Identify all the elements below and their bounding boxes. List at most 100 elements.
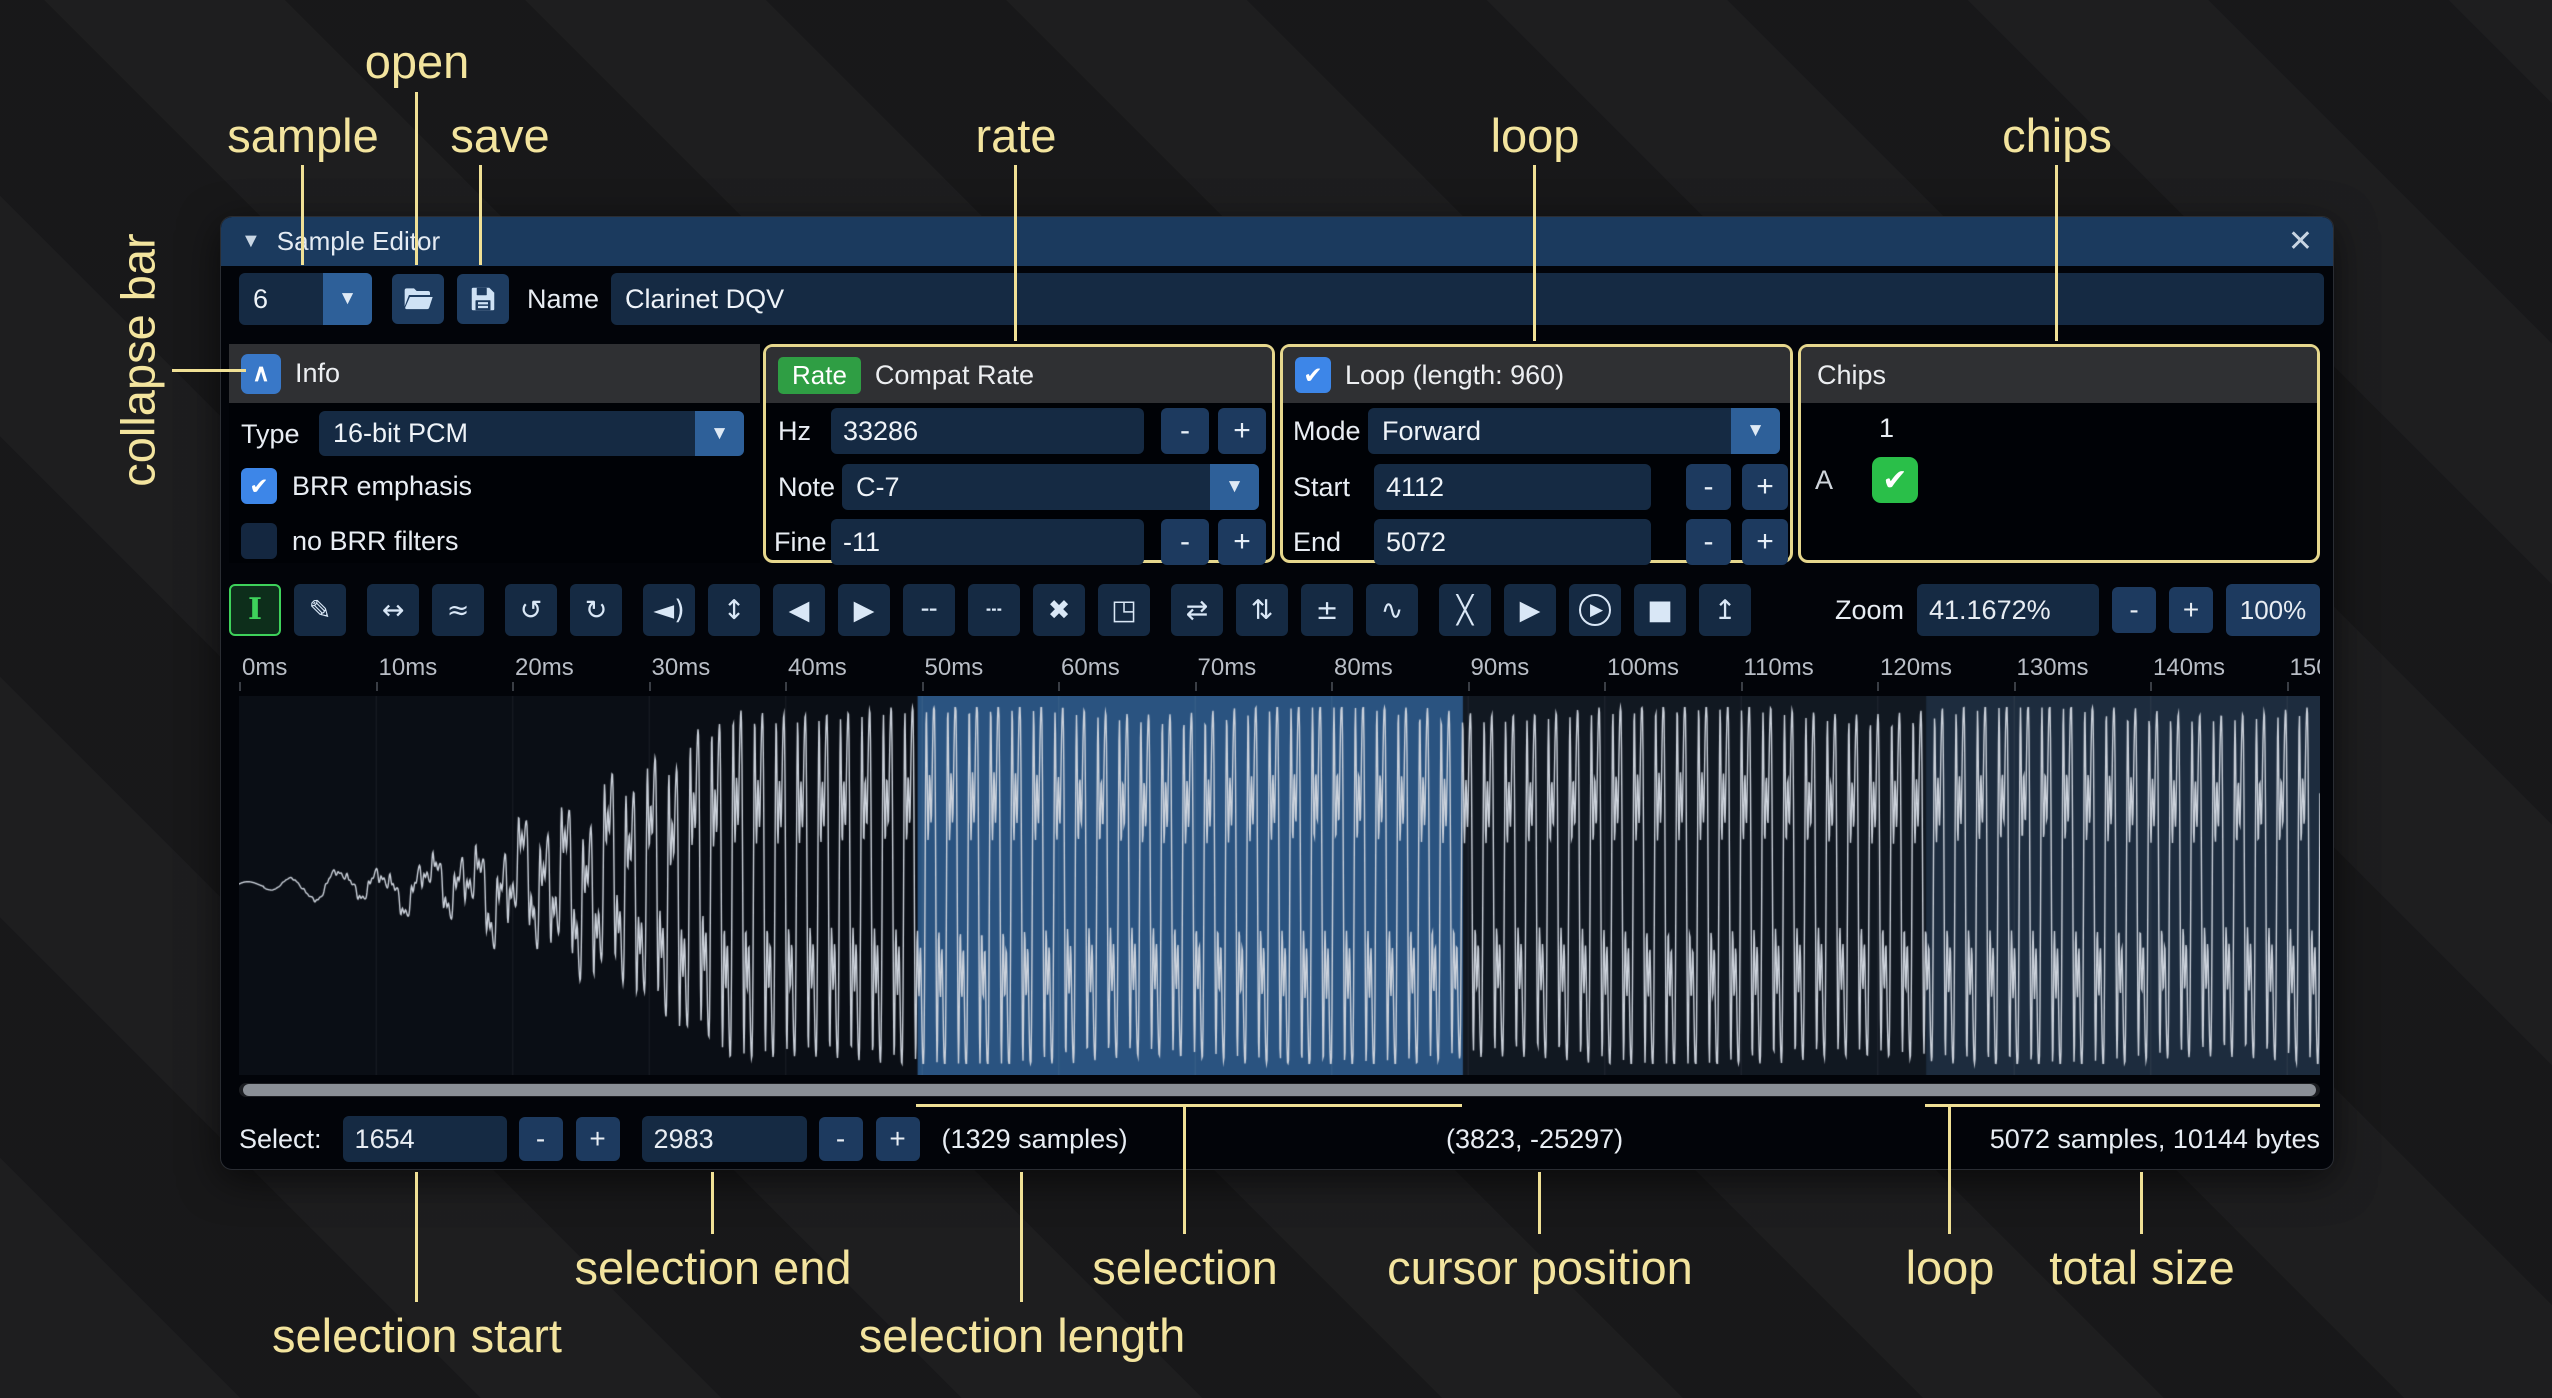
- selection-start-plus-button[interactable]: +: [576, 1117, 620, 1161]
- ruler-label-130ms: 130ms: [2017, 654, 2089, 682]
- chevron-down-icon: ▼: [323, 273, 372, 325]
- toolbar-button-trim[interactable]: ◳: [1098, 584, 1150, 636]
- timeline-ruler[interactable]: 0ms10ms20ms30ms40ms50ms60ms70ms80ms90ms1…: [239, 647, 2320, 691]
- rate-panel: Rate Compat Rate Hz 33286 - + Note C-7 ▼…: [763, 344, 1275, 563]
- fine-plus-button[interactable]: +: [1218, 519, 1266, 565]
- no-brr-filters-label: no BRR filters: [292, 526, 459, 557]
- toolbar-button-fade-in[interactable]: ◀: [773, 584, 825, 636]
- toolbar-button-import[interactable]: ↥: [1699, 584, 1751, 636]
- fine-minus-button[interactable]: -: [1161, 519, 1209, 565]
- waveform-canvas[interactable]: [239, 696, 2320, 1075]
- waveform-view: [239, 696, 2320, 1075]
- loop-mode-value: Forward: [1368, 408, 1731, 454]
- collapse-bar-button[interactable]: ∧: [241, 354, 281, 394]
- toolbar-group: ↔≈: [367, 584, 484, 636]
- toolbar-button-apply-silence[interactable]: ┄: [968, 584, 1020, 636]
- toolbar-group: I✎: [229, 584, 346, 636]
- selection-end-input[interactable]: 2983: [642, 1116, 807, 1162]
- loop-mode-selector[interactable]: Forward ▼: [1368, 408, 1780, 454]
- toolbar-button-preview-in-context[interactable]: ▶: [1569, 584, 1621, 636]
- zoom-label: Zoom: [1835, 595, 1904, 626]
- waveform-scrollbar-thumb[interactable]: [243, 1084, 2316, 1096]
- toolbar-button-preview[interactable]: ▶: [1504, 584, 1556, 636]
- ruler-label-0ms: 0ms: [242, 654, 287, 682]
- zoom-input[interactable]: 41.1672%: [1917, 584, 2099, 636]
- check-icon: ✔: [1882, 463, 1907, 498]
- selection-end-minus-button[interactable]: -: [819, 1117, 863, 1161]
- annotation-line-total-size: [2140, 1172, 2143, 1234]
- hz-input[interactable]: 33286: [831, 408, 1144, 454]
- annotation-loop-bottom: loop: [1906, 1240, 1995, 1295]
- toolbar-button-resize[interactable]: ↔: [367, 584, 419, 636]
- fine-input[interactable]: -11: [831, 519, 1144, 565]
- toolbar-button-resample[interactable]: ≈: [432, 584, 484, 636]
- annotation-bracket-loop: [1925, 1104, 2320, 1107]
- preview-in-context-icon: ▶: [1579, 594, 1611, 626]
- brr-emphasis-checkbox[interactable]: ✔: [241, 468, 277, 504]
- ruler-label-50ms: 50ms: [925, 654, 984, 682]
- zoom-reset-button[interactable]: 100%: [2226, 584, 2320, 636]
- toolbar-button-crossfade-loop[interactable]: ╳: [1439, 584, 1491, 636]
- window-collapse-icon[interactable]: ▼: [241, 230, 261, 253]
- toolbar-group: ◄)↕◀▶╌┄✖◳: [643, 584, 1150, 636]
- loop-end-minus-button[interactable]: -: [1686, 519, 1731, 565]
- selection-start-input[interactable]: 1654: [343, 1116, 507, 1162]
- ruler-tick: [922, 682, 924, 691]
- ruler-label-20ms: 20ms: [515, 654, 574, 682]
- annotation-collapse-bar: collapse bar: [111, 233, 166, 486]
- folder-open-icon: [402, 283, 434, 315]
- name-label: Name: [527, 284, 599, 315]
- loop-end-input[interactable]: 5072: [1374, 519, 1651, 565]
- type-selector[interactable]: 16-bit PCM ▼: [319, 411, 744, 456]
- selection-start-minus-button[interactable]: -: [519, 1117, 563, 1161]
- name-input[interactable]: Clarinet DQV: [611, 273, 2324, 325]
- toolbar-button-apply-filter[interactable]: ∿: [1366, 584, 1418, 636]
- loop-end-plus-button[interactable]: +: [1742, 519, 1788, 565]
- info-panel-header: ∧ Info: [229, 344, 760, 403]
- note-selector[interactable]: C-7 ▼: [842, 464, 1259, 510]
- fine-label: Fine: [774, 519, 827, 565]
- loop-enable-checkbox[interactable]: ✔: [1295, 357, 1331, 393]
- toolbar-button-invert[interactable]: ⇅: [1236, 584, 1288, 636]
- toolbar-button-edit-draw[interactable]: ✎: [294, 584, 346, 636]
- loop-start-plus-button[interactable]: +: [1742, 464, 1788, 510]
- toolbar-button-redo[interactable]: ↻: [570, 584, 622, 636]
- ruler-tick: [2150, 682, 2152, 691]
- toolbar-button-undo[interactable]: ↺: [505, 584, 557, 636]
- sample-editor-window: ▼ Sample Editor ✕ 6 ▼: [220, 216, 2334, 1170]
- toolbar-button-amplify[interactable]: ◄): [643, 584, 695, 636]
- toolbar-button-delete[interactable]: ✖: [1033, 584, 1085, 636]
- selection-end-plus-button[interactable]: +: [876, 1117, 920, 1161]
- chevron-down-icon: ▼: [1210, 464, 1259, 510]
- toolbar-button-edit-select[interactable]: I: [229, 584, 281, 636]
- annotation-line-save: [479, 165, 482, 265]
- note-value: C-7: [842, 464, 1210, 510]
- annotation-line-cursor-position: [1538, 1172, 1541, 1234]
- toolbar-button-normalize[interactable]: ↕: [708, 584, 760, 636]
- annotation-line-selection: [1183, 1104, 1186, 1234]
- zoom-in-button[interactable]: +: [2169, 587, 2213, 633]
- save-button[interactable]: [457, 274, 509, 324]
- no-brr-filters-checkbox[interactable]: [241, 523, 277, 559]
- toolbar-button-stop-preview[interactable]: ■: [1634, 584, 1686, 636]
- open-button[interactable]: [392, 274, 444, 324]
- sample-selector[interactable]: 6 ▼: [239, 273, 372, 325]
- chip-enable-checkbox[interactable]: ✔: [1872, 457, 1918, 503]
- ruler-tick: [239, 682, 241, 691]
- loop-start-input[interactable]: 4112: [1374, 464, 1651, 510]
- toolbar-button-insert-silence[interactable]: ╌: [903, 584, 955, 636]
- toolbar-button-sign-invert[interactable]: ±: [1301, 584, 1353, 636]
- hz-plus-button[interactable]: +: [1218, 408, 1266, 454]
- annotation-selection-end: selection end: [575, 1240, 852, 1295]
- close-icon[interactable]: ✕: [2288, 224, 2313, 259]
- ruler-tick: [512, 682, 514, 691]
- ruler-tick: [1058, 682, 1060, 691]
- toolbar-button-reverse[interactable]: ⇄: [1171, 584, 1223, 636]
- ruler-label-10ms: 10ms: [379, 654, 438, 682]
- loop-start-minus-button[interactable]: -: [1686, 464, 1731, 510]
- floppy-save-icon: [468, 284, 498, 314]
- zoom-out-button[interactable]: -: [2112, 587, 2156, 633]
- annotation-save: save: [450, 108, 549, 163]
- hz-minus-button[interactable]: -: [1161, 408, 1209, 454]
- toolbar-button-fade-out[interactable]: ▶: [838, 584, 890, 636]
